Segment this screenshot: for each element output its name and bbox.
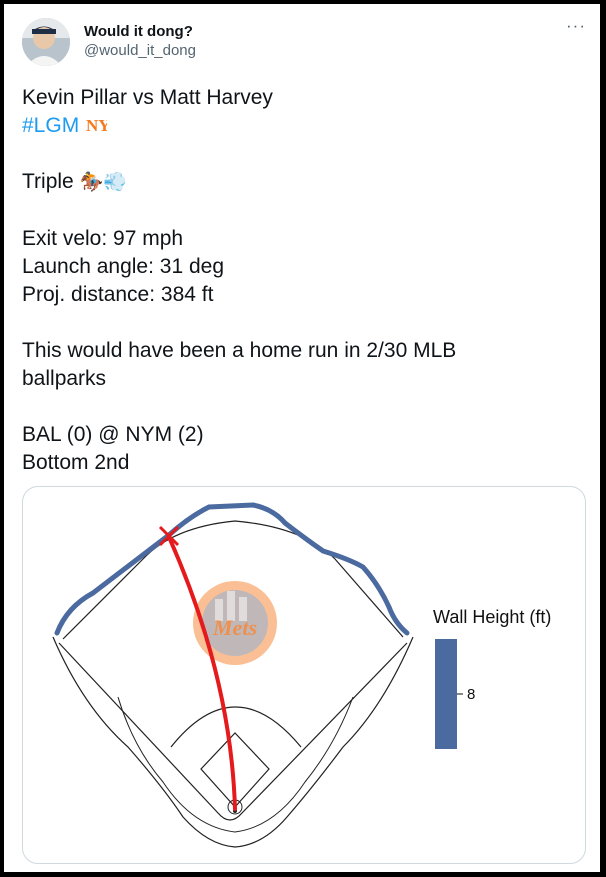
matchup-line: Kevin Pillar vs Matt Harvey — [22, 86, 273, 109]
svg-text:NY: NY — [86, 116, 107, 135]
score-line: BAL (0) @ NYM (2) — [22, 423, 204, 446]
warning-track-outline — [52, 636, 414, 848]
horse-racing-icon: 🏇💨 — [79, 172, 127, 193]
tweet-card: Would it dong? @would_it_dong ··· Kevin … — [4, 4, 600, 872]
distance-line: Proj. distance: 384 ft — [22, 283, 214, 306]
exit-velo-line: Exit velo: 97 mph — [22, 227, 184, 250]
display-name[interactable]: Would it dong? — [84, 23, 193, 40]
media-card[interactable]: Mets Wall Height (ft) 8 — [22, 486, 586, 864]
legend-value: 8 — [467, 686, 475, 703]
mets-logo: Mets — [193, 581, 277, 665]
tweet-text: Kevin Pillar vs Matt Harvey #LGM NY Trip… — [22, 84, 582, 477]
infield-arc — [170, 706, 302, 748]
handle[interactable]: @would_it_dong — [84, 42, 196, 59]
svg-text:Mets: Mets — [212, 615, 257, 640]
hashtag-link[interactable]: #LGM — [22, 114, 79, 137]
legend-title: Wall Height (ft) — [433, 607, 551, 627]
result-text: Triple — [22, 170, 74, 193]
summary-line: This would have been a home run in 2/30 … — [22, 339, 457, 390]
more-options-icon[interactable]: ··· — [566, 16, 586, 36]
spray-chart-image: Mets Wall Height (ft) 8 — [52, 502, 551, 848]
launch-angle-line: Launch angle: 31 deg — [22, 255, 225, 278]
mets-emoji-icon: NY — [86, 116, 111, 135]
avatar[interactable] — [22, 18, 70, 66]
legend-color-bar — [435, 639, 457, 749]
inning-line: Bottom 2nd — [22, 451, 130, 474]
